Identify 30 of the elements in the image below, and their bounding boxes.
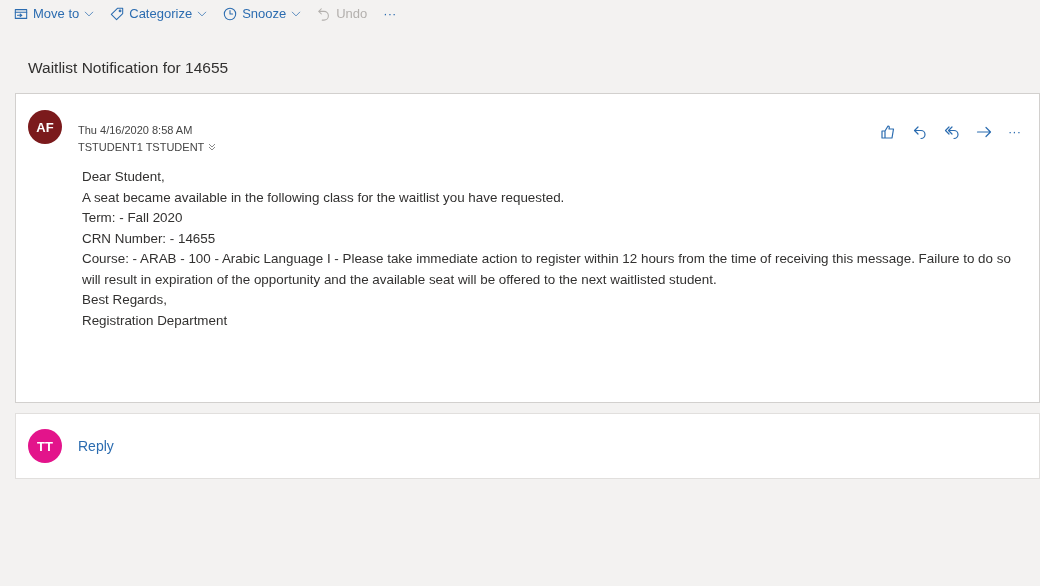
tray-icon: [14, 7, 28, 21]
undo-icon: [317, 7, 332, 21]
forward-arrow-icon: [976, 124, 992, 140]
reply-icon: [912, 124, 928, 140]
reply-all-icon: [944, 124, 960, 140]
body-text: Dear Student,: [82, 168, 166, 187]
recipient-name: TSTUDENT1 TSTUDENT: [78, 139, 205, 155]
sender-avatar: AF: [28, 110, 62, 145]
body-text: Best Regards,: [82, 291, 168, 310]
body-text: Registration Department: [82, 311, 229, 330]
chevron-icon: [197, 9, 208, 19]
reply-link[interactable]: Reply: [78, 435, 114, 457]
chevron-icon[interactable]: [208, 143, 217, 151]
clock-icon: [223, 7, 238, 21]
toolbar-button[interactable]: Move to: [6, 2, 103, 26]
more-button[interactable]: ···: [1000, 122, 1029, 142]
chevron-icon: [291, 9, 302, 19]
email-subject: Waitlist Notification for 14655: [27, 58, 230, 78]
toolbar-button[interactable]: Categorize: [102, 2, 216, 26]
message-date: Thu 4/16/2020 8:58 AM: [78, 123, 194, 139]
user-avatar: TT: [28, 429, 62, 464]
thumbs-up-icon: [880, 124, 896, 140]
body-text: Course: - ARAB - 100 - Arabic Language I - Please take immediate action to register within 12 hours from the time of receiving this message. Failure to do so will result in expiration of the opportunity and the available seat will be offered to the next waitlisted student.: [82, 250, 1012, 289]
chevron-icon: [84, 9, 95, 19]
tag-icon: [110, 7, 125, 21]
toolbar-button[interactable]: Snooze: [215, 2, 310, 26]
body-text: Term: - Fall 2020: [82, 209, 184, 228]
more-button[interactable]: ···: [375, 2, 405, 26]
body-text: A seat became available in the following class for the waitlist you have requested.: [82, 188, 566, 207]
body-text: CRN Number: - 14655: [82, 229, 217, 248]
